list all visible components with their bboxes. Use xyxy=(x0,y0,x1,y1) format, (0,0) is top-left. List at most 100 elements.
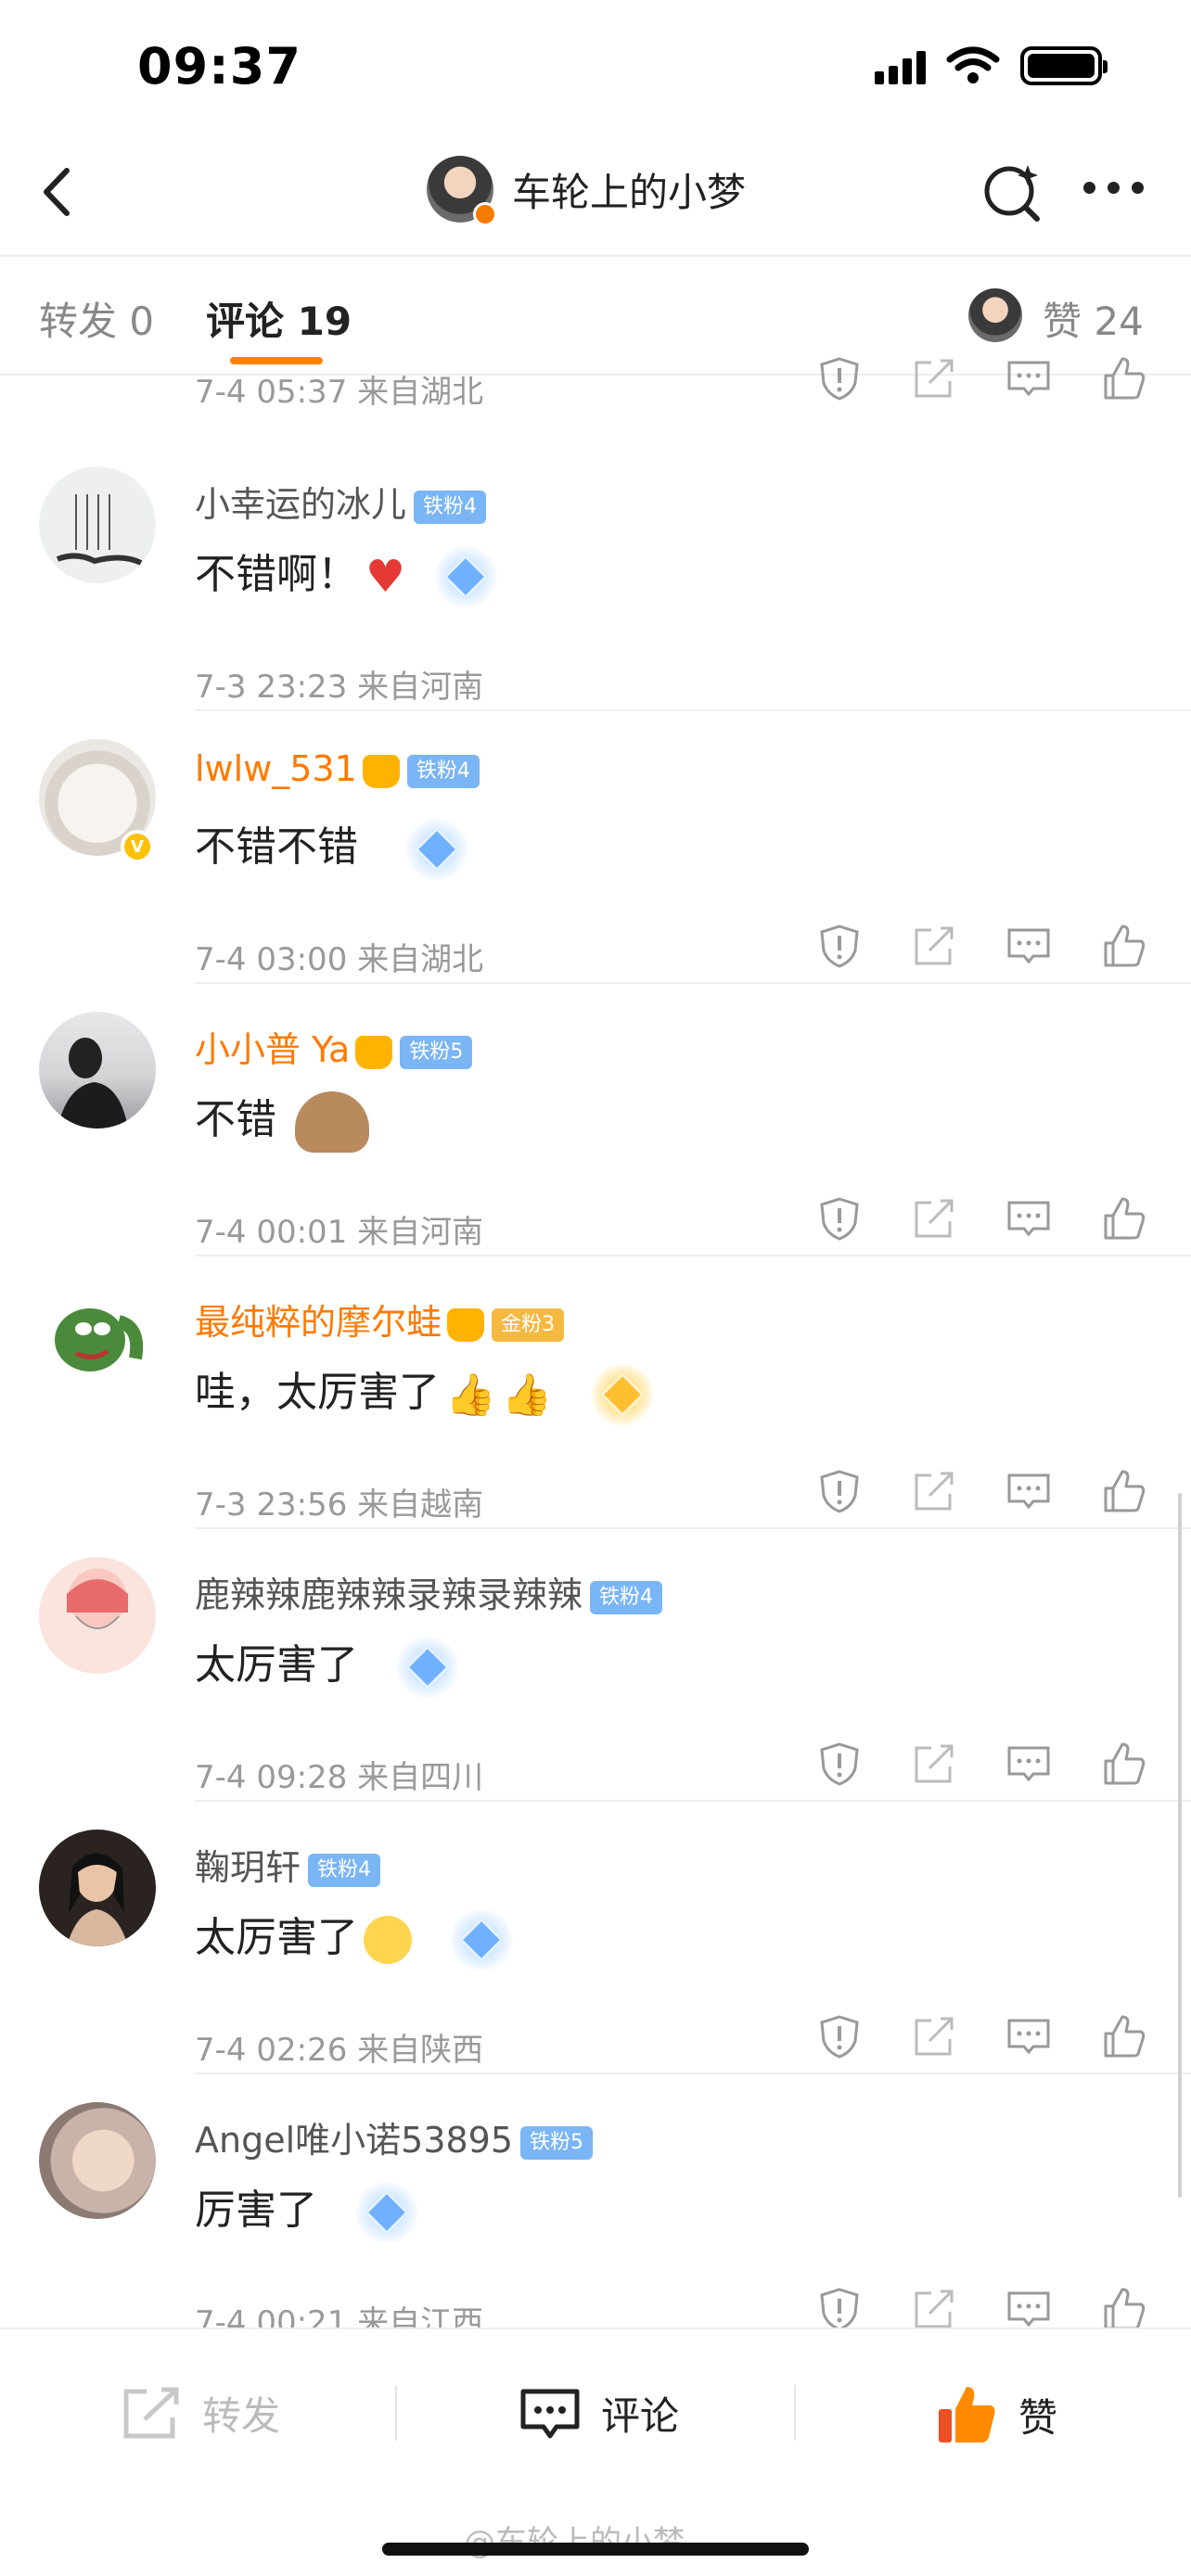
reply-icon[interactable] xyxy=(1005,923,1052,969)
author-name[interactable]: lwlw_531 xyxy=(195,748,357,789)
comment-text: 厉害了 xyxy=(195,2176,419,2245)
share-icon[interactable] xyxy=(911,1741,957,1787)
report-icon[interactable] xyxy=(816,2286,863,2332)
list-item: 最纯粹的摩尔蛙 金粉3 哇，太厉害了 👍 👍 7-3 23:56 来自越南 xyxy=(0,1256,1191,1529)
reply-icon[interactable] xyxy=(1005,355,1052,402)
author-name[interactable]: 鹿辣辣鹿辣辣录辣录辣辣 xyxy=(195,1575,583,1615)
share-icon[interactable] xyxy=(911,923,957,969)
comment-meta: 7-4 02:26 来自陕西 xyxy=(195,2032,484,2069)
thumbs-up-icon[interactable] xyxy=(1100,1741,1146,1787)
reply-icon[interactable] xyxy=(1005,1741,1052,1787)
comment-text: 哇，太厉害了 👍 👍 xyxy=(195,1358,655,1427)
scrollbar[interactable] xyxy=(1178,1493,1182,2198)
comment-icon xyxy=(520,2389,580,2438)
repost-icon xyxy=(123,2387,179,2438)
comment-author[interactable]: 小小普 Ya 铁粉5 xyxy=(195,1021,473,1072)
share-icon[interactable] xyxy=(911,2286,957,2332)
report-icon[interactable] xyxy=(816,923,863,969)
thumbs-up-icon[interactable] xyxy=(1100,2286,1146,2332)
avatar[interactable] xyxy=(427,156,497,226)
reply-icon[interactable] xyxy=(1005,2013,1052,2060)
comment-author[interactable]: 小幸运的冰儿 铁粉4 xyxy=(195,476,487,527)
avatar[interactable] xyxy=(39,1012,156,1129)
avatar[interactable] xyxy=(39,1830,156,1946)
comment-meta: 7-4 09:28 来自四川 xyxy=(195,1759,484,1796)
back-icon[interactable] xyxy=(28,159,93,224)
comment-actions xyxy=(816,923,1146,969)
comment-body: 厉害了 xyxy=(195,2187,317,2234)
repost-button[interactable]: 转发 xyxy=(121,2385,280,2442)
thumbs-up-icon[interactable] xyxy=(1100,2013,1146,2060)
status-time: 09:37 xyxy=(137,37,301,96)
report-icon[interactable] xyxy=(816,355,863,402)
comment-author[interactable]: 鹿辣辣鹿辣辣录辣录辣辣 铁粉4 xyxy=(195,1566,663,1617)
verified-icon: V xyxy=(121,830,154,863)
thumbs-up-filled-icon xyxy=(939,2387,995,2442)
tab-repost[interactable]: 转发 0 xyxy=(39,290,154,347)
status-bar: 09:37 xyxy=(0,0,1191,139)
comment-body: 不错不错 xyxy=(195,823,358,871)
author-name[interactable]: Angel唯小诺53895 xyxy=(195,2120,513,2161)
thumbs-up-icon[interactable] xyxy=(1100,923,1146,969)
battery-icon xyxy=(1020,46,1108,85)
like-label: 赞 xyxy=(1018,2394,1058,2441)
crown-icon xyxy=(355,1035,393,1069)
capybara-sticker-icon xyxy=(295,1091,369,1153)
more-icon[interactable] xyxy=(1083,182,1144,194)
like-button[interactable]: 赞 xyxy=(937,2385,1057,2444)
report-icon[interactable] xyxy=(816,1468,863,1514)
author-name[interactable]: 小小普 Ya xyxy=(195,1029,350,1070)
comment-text: 太厉害了 xyxy=(195,1904,514,1972)
author-name[interactable]: 小幸运的冰儿 xyxy=(195,484,406,525)
comment-meta: 7-4 00:01 来自河南 xyxy=(195,1214,484,1251)
fan-badge: 铁粉4 xyxy=(406,754,480,788)
divider xyxy=(794,2385,796,2441)
report-icon[interactable] xyxy=(816,1741,863,1787)
share-icon[interactable] xyxy=(911,1195,957,1242)
thumbs-up-icon[interactable] xyxy=(1100,1468,1146,1514)
comment-author[interactable]: Angel唯小诺53895 铁粉5 xyxy=(195,2111,594,2162)
avatar[interactable] xyxy=(39,2102,156,2219)
reply-icon[interactable] xyxy=(1005,1195,1052,1242)
heart-icon: ♥ xyxy=(365,551,406,603)
author-name[interactable]: 鞠玥轩 xyxy=(195,1847,301,1888)
home-indicator[interactable] xyxy=(382,2543,809,2556)
avatar[interactable] xyxy=(39,1284,156,1401)
comment-text: 不错啊！ ♥ xyxy=(195,541,499,609)
comment-actions xyxy=(816,2286,1146,2332)
tab-like[interactable]: 赞 24 xyxy=(1043,290,1144,347)
share-icon[interactable] xyxy=(911,355,957,402)
search-icon[interactable] xyxy=(980,159,1044,224)
list-item: 7-4 05:37 来自湖北 xyxy=(0,357,1191,439)
reply-icon[interactable] xyxy=(1005,2286,1052,2332)
comment-author[interactable]: lwlw_531 铁粉4 xyxy=(195,748,480,789)
thumbs-up-icon[interactable] xyxy=(1100,355,1146,402)
wifi-icon xyxy=(946,46,1000,83)
diamond-sticker-icon xyxy=(395,1635,460,1700)
comment-author[interactable]: 鞠玥轩 铁粉4 xyxy=(195,1839,381,1890)
comment-label: 评论 xyxy=(601,2393,680,2439)
crown-icon xyxy=(362,754,400,788)
report-icon[interactable] xyxy=(816,1195,863,1242)
comment-body: 不错 xyxy=(195,1096,276,1143)
thumbs-up-icon[interactable] xyxy=(1100,1195,1146,1242)
fan-badge: 铁粉5 xyxy=(400,1035,473,1069)
list-item: 小幸运的冰儿 铁粉4 不错啊！ ♥ 7-3 23:23 来自河南 xyxy=(0,439,1191,711)
comment-author[interactable]: 最纯粹的摩尔蛙 金粉3 xyxy=(195,1294,565,1345)
share-icon[interactable] xyxy=(911,2013,957,2060)
share-icon[interactable] xyxy=(911,1468,957,1514)
reply-icon[interactable] xyxy=(1005,1468,1052,1514)
avatar[interactable] xyxy=(39,1557,156,1674)
tab-comment[interactable]: 评论 19 xyxy=(206,290,352,347)
list-item: 鹿辣辣鹿辣辣录辣录辣辣 铁粉4 太厉害了 7-4 09:28 来自四川 xyxy=(0,1529,1191,1802)
verified-icon xyxy=(473,202,497,226)
comment-button[interactable]: 评论 xyxy=(519,2385,679,2442)
nav-profile[interactable]: 车轮上的小梦 xyxy=(427,156,746,226)
report-icon[interactable] xyxy=(816,2013,863,2060)
liker-avatar[interactable] xyxy=(968,288,1022,342)
comment-actions xyxy=(816,2013,1146,2060)
avatar[interactable] xyxy=(39,466,156,583)
nav-title[interactable]: 车轮上的小梦 xyxy=(512,161,746,218)
author-name[interactable]: 最纯粹的摩尔蛙 xyxy=(195,1302,442,1343)
comment-meta: 7-3 23:23 来自河南 xyxy=(195,669,484,706)
